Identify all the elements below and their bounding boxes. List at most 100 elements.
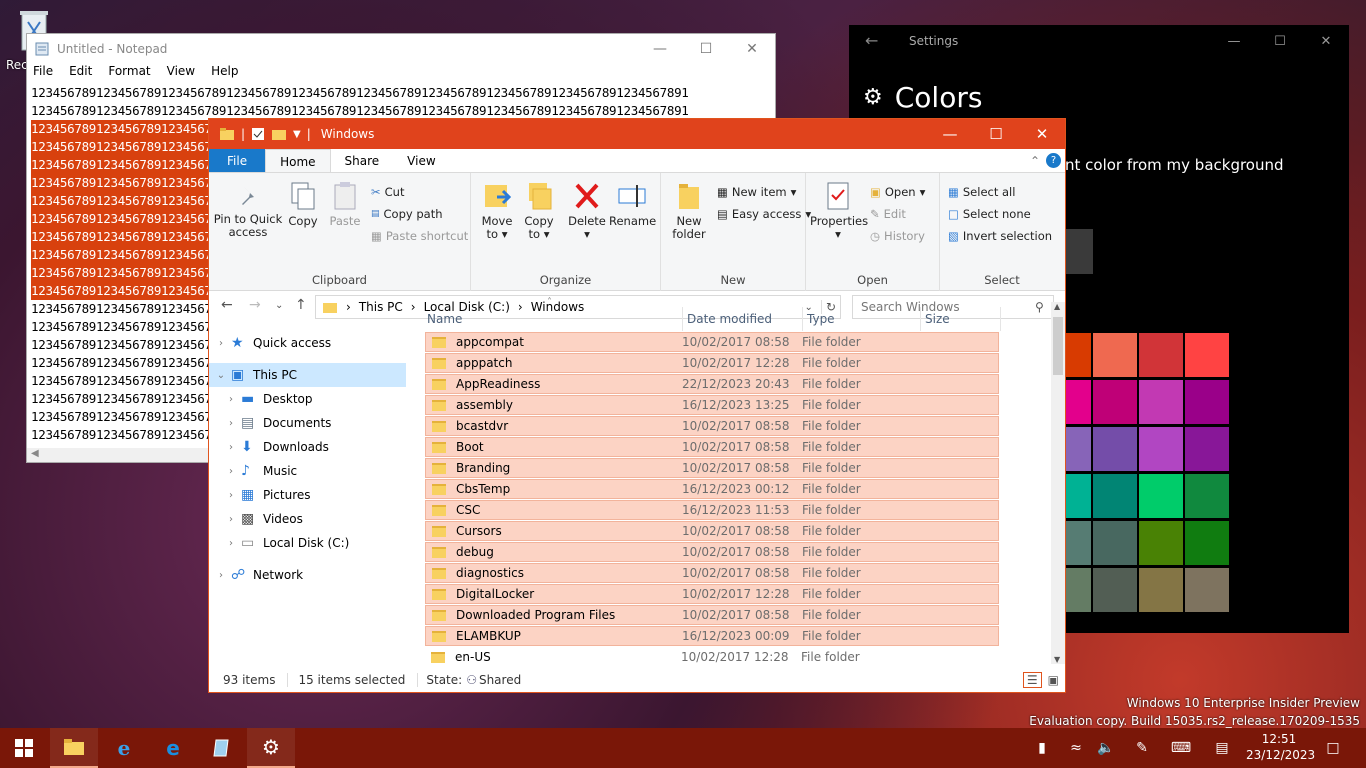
notepad-titlebar[interactable]: Untitled - Notepad — ☐ ✕ xyxy=(27,34,775,64)
collapse-ribbon-icon[interactable]: ⌃ xyxy=(1024,149,1046,172)
color-swatch[interactable] xyxy=(1093,568,1137,612)
wifi-icon[interactable]: ≈ xyxy=(1066,728,1086,768)
nav-item-documents[interactable]: › ▤ Documents xyxy=(209,411,406,435)
move-to-button[interactable]: Move to ▾ xyxy=(477,181,517,241)
delete-button[interactable]: Delete ▾ xyxy=(567,181,607,241)
column-header-date[interactable]: Date modified xyxy=(683,307,803,331)
table-row[interactable]: diagnostics 10/02/2017 08:58 File folder xyxy=(425,563,999,583)
color-swatch[interactable] xyxy=(1139,568,1183,612)
battery-icon[interactable]: ▮ xyxy=(1032,728,1052,768)
table-row[interactable]: Downloaded Program Files 10/02/2017 08:58… xyxy=(425,605,999,625)
color-swatch[interactable] xyxy=(1139,474,1183,518)
properties-quick-icon[interactable] xyxy=(251,127,265,141)
table-row[interactable]: debug 10/02/2017 08:58 File folder xyxy=(425,542,999,562)
help-icon[interactable]: ? xyxy=(1046,153,1061,168)
color-swatch[interactable] xyxy=(1093,333,1137,377)
expand-chevron-icon[interactable]: › xyxy=(225,490,237,501)
table-row[interactable]: appcompat 10/02/2017 08:58 File folder xyxy=(425,332,999,352)
quick-access-dropdown-icon[interactable]: ▼ xyxy=(293,129,301,140)
expand-chevron-icon[interactable]: › xyxy=(225,466,237,477)
invert-selection-button[interactable]: ▧ Invert selection xyxy=(948,229,1052,243)
history-button[interactable]: ◷ History xyxy=(870,229,925,243)
recent-locations-icon[interactable]: ⌄ xyxy=(275,300,283,311)
table-row[interactable]: CbsTemp 16/12/2023 00:12 File folder xyxy=(425,479,999,499)
column-header-size[interactable]: Size xyxy=(921,307,1001,331)
menu-item-help[interactable]: Help xyxy=(211,64,238,84)
color-swatch[interactable] xyxy=(1185,521,1229,565)
copy-to-button[interactable]: Copy to ▾ xyxy=(519,181,559,241)
rename-button[interactable]: Rename xyxy=(609,181,656,228)
table-row[interactable]: apppatch 10/02/2017 12:28 File folder xyxy=(425,353,999,373)
expand-chevron-icon[interactable]: › xyxy=(225,514,237,525)
color-swatch[interactable] xyxy=(1185,427,1229,471)
large-icons-view-icon[interactable]: ▣ xyxy=(1048,673,1059,687)
color-swatch[interactable] xyxy=(1185,474,1229,518)
table-row[interactable]: ELAMBKUP 16/12/2023 00:09 File folder xyxy=(425,626,999,646)
maximize-button[interactable]: ☐ xyxy=(1257,25,1303,57)
expand-chevron-icon[interactable]: › xyxy=(225,538,237,549)
paste-button[interactable]: Paste xyxy=(325,181,365,228)
expand-chevron-icon[interactable]: › xyxy=(225,442,237,453)
tab-view[interactable]: View xyxy=(393,149,449,172)
pin-to-quick-access-button[interactable]: Pin to Quick access xyxy=(213,183,283,239)
menu-item-view[interactable]: View xyxy=(167,64,195,84)
table-row[interactable]: AppReadiness 22/12/2023 20:43 File folder xyxy=(425,374,999,394)
scroll-up-icon[interactable]: ▲ xyxy=(1054,302,1060,311)
color-swatch[interactable] xyxy=(1093,521,1137,565)
expand-chevron-icon[interactable]: ⌄ xyxy=(215,370,227,381)
explorer-titlebar[interactable]: | ▼ | Windows — ☐ ✕ xyxy=(209,119,1065,149)
copy-path-button[interactable]: ▤ Copy path xyxy=(371,207,443,221)
easy-access-button[interactable]: ▤ Easy access ▾ xyxy=(717,207,811,221)
breadcrumb-this-pc[interactable]: This PC xyxy=(359,300,403,314)
file-explorer-window[interactable]: | ▼ | Windows — ☐ ✕ File Home Share View… xyxy=(208,118,1066,693)
menu-item-edit[interactable]: Edit xyxy=(69,64,92,84)
table-row[interactable]: DigitalLocker 10/02/2017 12:28 File folder xyxy=(425,584,999,604)
paste-shortcut-button[interactable]: ▦ Paste shortcut xyxy=(371,229,468,243)
notepad-taskbar-icon[interactable] xyxy=(198,728,246,768)
color-swatch[interactable] xyxy=(1139,427,1183,471)
nav-item-local-disk-c[interactable]: › ▭ Local Disk (C:) xyxy=(209,531,406,555)
touch-keyboard-icon[interactable]: ⌨ xyxy=(1168,728,1194,768)
details-view-icon[interactable]: ☰ xyxy=(1022,672,1042,688)
edit-button[interactable]: ✎ Edit xyxy=(870,207,906,221)
cut-button[interactable]: ✂ Cut xyxy=(371,185,404,199)
clock[interactable]: 12:51 23/12/2023 xyxy=(1246,731,1315,763)
copy-button[interactable]: Copy xyxy=(283,181,323,228)
table-row[interactable]: en-US 10/02/2017 12:28 File folder xyxy=(425,647,999,667)
table-row[interactable]: bcastdvr 10/02/2017 08:58 File folder xyxy=(425,416,999,436)
column-header-name[interactable]: Name xyxy=(423,307,683,331)
color-swatch[interactable] xyxy=(1185,333,1229,377)
settings-gear-icon[interactable]: ⚙ xyxy=(247,728,295,768)
table-row[interactable]: CSC 16/12/2023 11:53 File folder xyxy=(425,500,999,520)
properties-button[interactable]: Properties ▾ xyxy=(810,181,868,241)
color-swatch[interactable] xyxy=(1139,333,1183,377)
tab-share[interactable]: Share xyxy=(331,149,394,172)
taskbar-file-explorer[interactable] xyxy=(50,728,98,768)
table-row[interactable]: Branding 10/02/2017 08:58 File folder xyxy=(425,458,999,478)
color-swatch[interactable] xyxy=(1139,521,1183,565)
expand-chevron-icon[interactable]: › xyxy=(225,418,237,429)
select-all-button[interactable]: ▦ Select all xyxy=(948,185,1015,199)
close-button[interactable]: ✕ xyxy=(729,34,775,64)
new-folder-quick-icon[interactable] xyxy=(271,127,287,141)
expand-chevron-icon[interactable]: › xyxy=(215,338,227,349)
input-indicator-icon[interactable]: ▤ xyxy=(1210,728,1234,768)
color-swatch[interactable] xyxy=(1093,380,1137,424)
color-swatch[interactable] xyxy=(1185,568,1229,612)
table-row[interactable]: Cursors 10/02/2017 08:58 File folder xyxy=(425,521,999,541)
start-button[interactable] xyxy=(0,728,48,768)
minimize-button[interactable]: — xyxy=(927,119,973,149)
table-row[interactable]: Boot 10/02/2017 08:58 File folder xyxy=(425,437,999,457)
nav-item-videos[interactable]: › ▩ Videos xyxy=(209,507,406,531)
nav-item-pictures[interactable]: › ▦ Pictures xyxy=(209,483,406,507)
color-swatch[interactable] xyxy=(1185,380,1229,424)
back-arrow-icon[interactable]: ← xyxy=(221,297,233,313)
up-arrow-icon[interactable]: ↑ xyxy=(295,297,307,313)
scrollbar-thumb[interactable] xyxy=(1053,317,1063,375)
expand-chevron-icon[interactable]: › xyxy=(215,570,227,581)
action-center-icon[interactable]: □ xyxy=(1320,728,1346,768)
color-swatch[interactable] xyxy=(1139,380,1183,424)
nav-item-music[interactable]: › ♪ Music xyxy=(209,459,406,483)
minimize-button[interactable]: — xyxy=(1211,25,1257,57)
menu-item-format[interactable]: Format xyxy=(108,64,150,84)
